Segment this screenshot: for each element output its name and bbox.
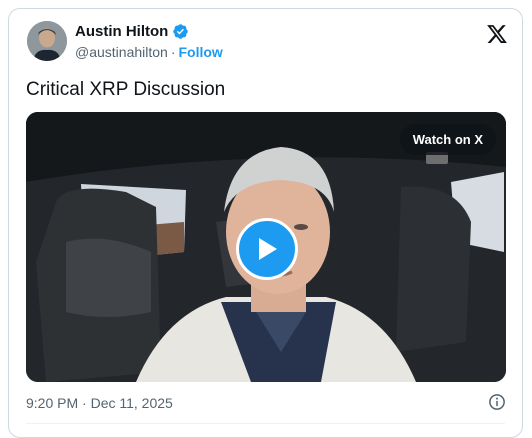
tweet-timestamp[interactable]: 9:20 PM · Dec 11, 2025 — [26, 395, 173, 411]
play-button[interactable] — [236, 218, 298, 280]
tweet-text: Critical XRP Discussion — [26, 79, 226, 100]
author-handle[interactable]: @austinahilton — [75, 44, 168, 60]
follow-button[interactable]: Follow — [179, 44, 223, 60]
play-icon — [259, 238, 277, 260]
video-player[interactable]: Watch on X — [26, 112, 506, 382]
footer-divider — [26, 423, 505, 424]
author-name[interactable]: Austin Hilton — [75, 23, 168, 40]
avatar[interactable] — [27, 21, 67, 61]
watch-on-x-button[interactable]: Watch on X — [399, 124, 496, 155]
info-icon[interactable] — [488, 393, 506, 411]
separator-dot: · — [170, 44, 176, 60]
author-name-row: Austin Hilton — [75, 23, 189, 40]
author-handle-row: @austinahilton · Follow — [75, 44, 223, 60]
x-logo-icon[interactable] — [486, 23, 508, 45]
verified-badge-icon — [173, 24, 189, 39]
tweet-card: Austin Hilton @austinahilton · Follow Crit… — [8, 8, 523, 438]
